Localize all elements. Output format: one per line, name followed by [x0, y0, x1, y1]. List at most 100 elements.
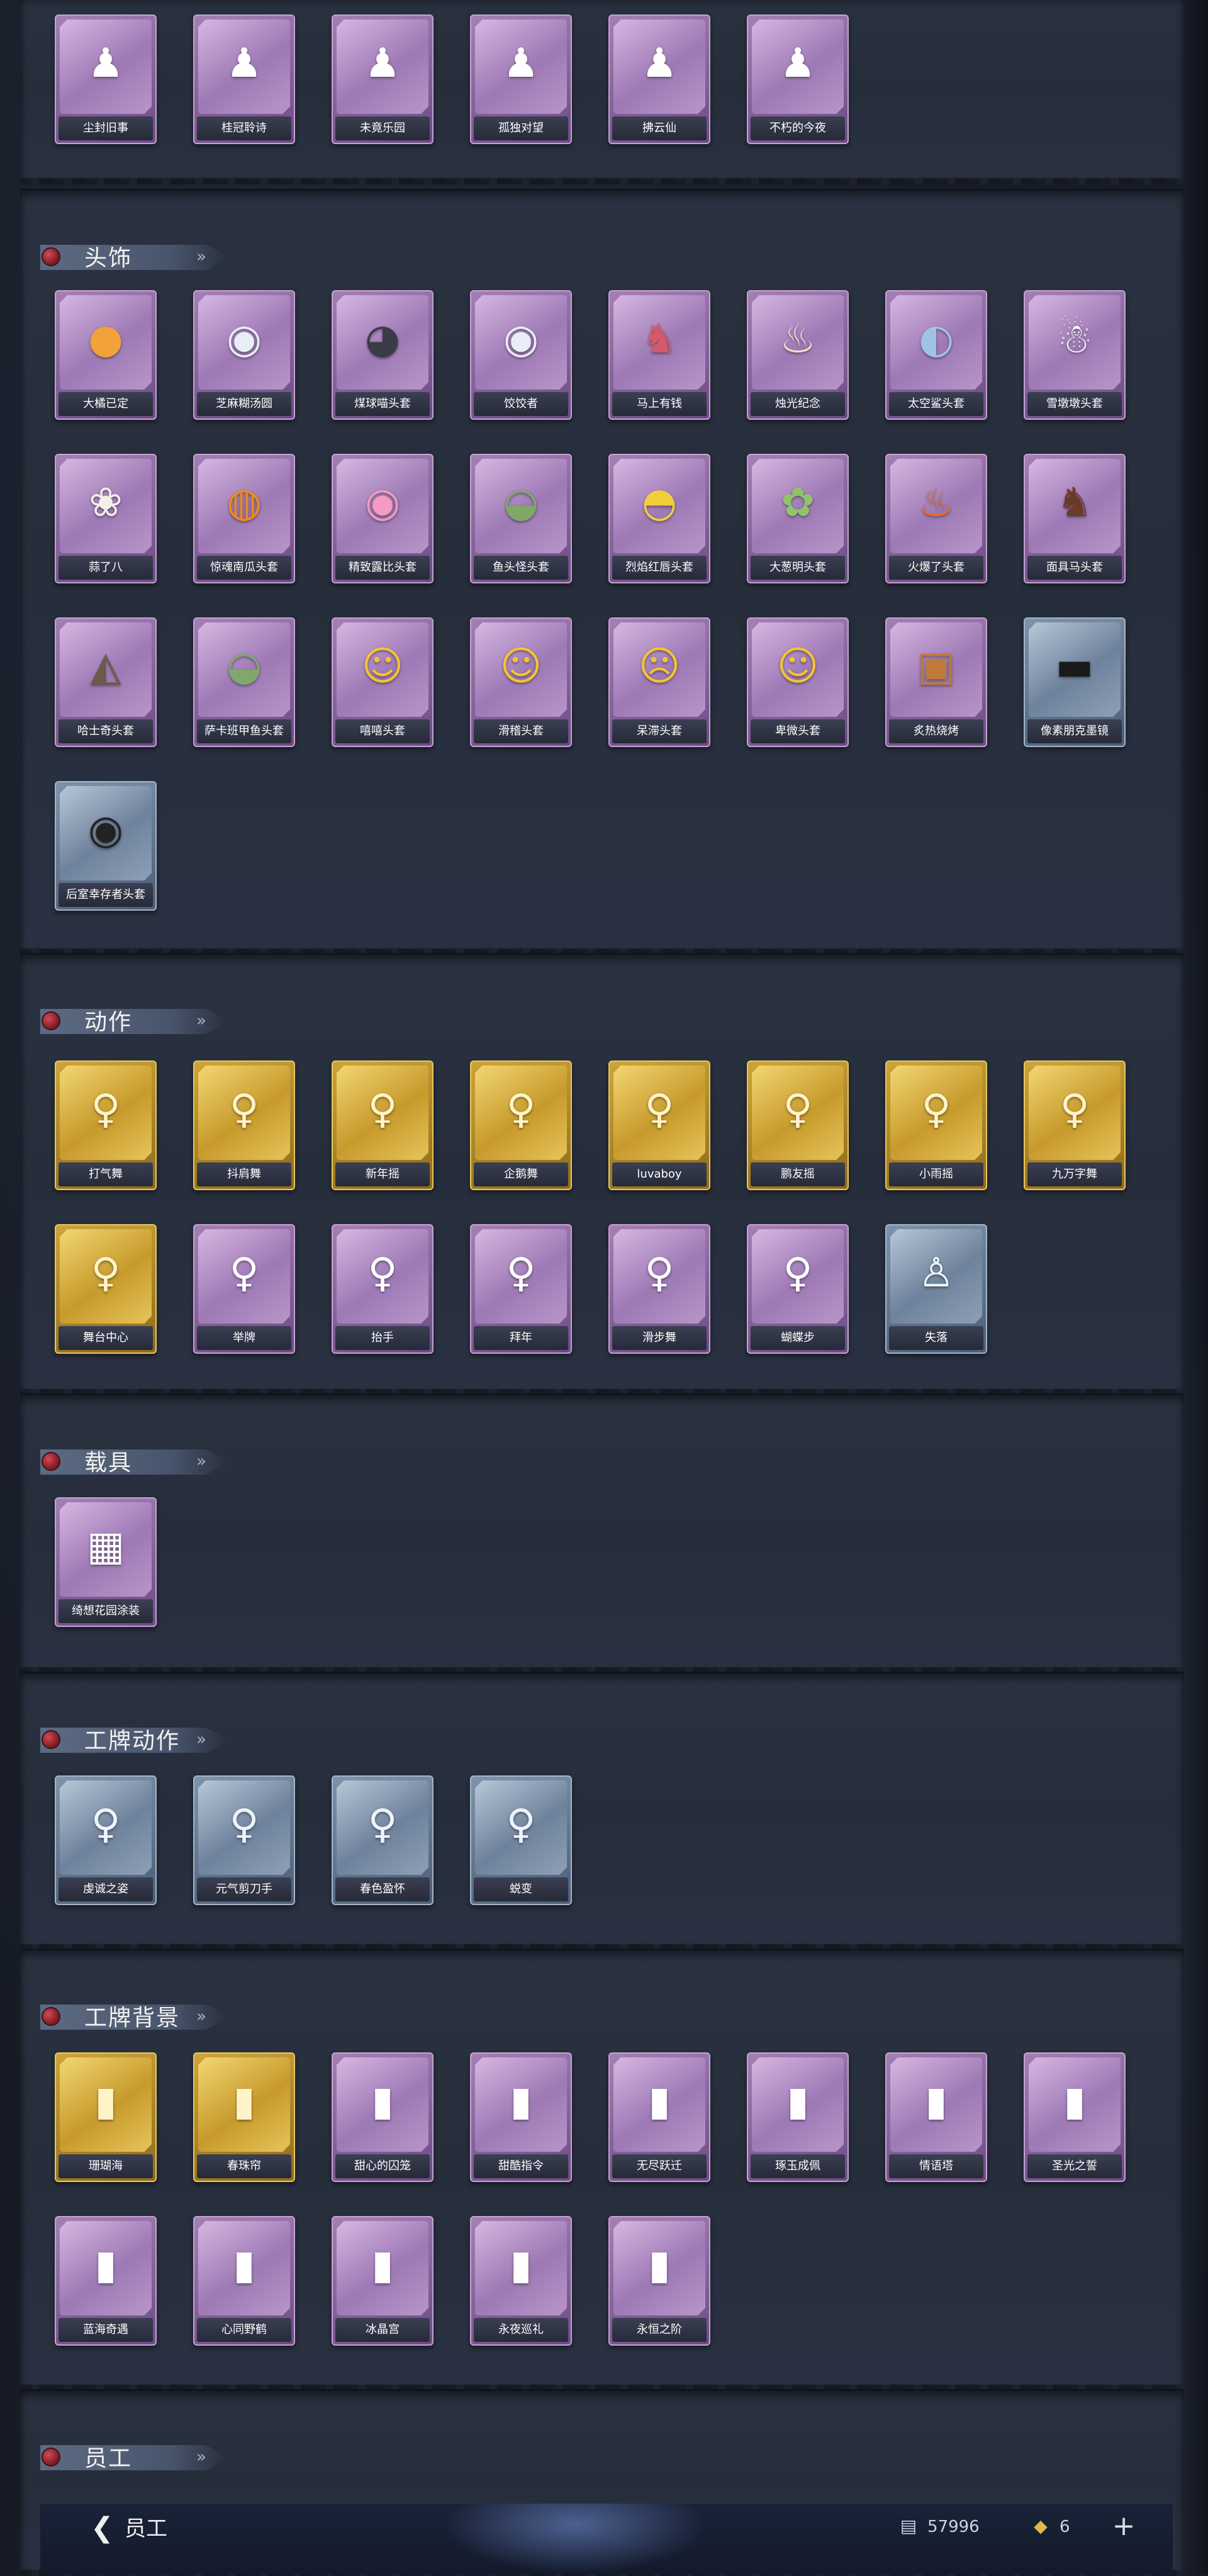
- item-card[interactable]: ▮ 甜酷指令: [470, 2052, 572, 2182]
- item-label: 拂云仙: [612, 116, 707, 140]
- item-card[interactable]: ♟ 不朽的今夜: [747, 14, 849, 144]
- item-card[interactable]: ▮ 情语塔: [885, 2052, 987, 2182]
- item-card[interactable]: ◉ 后室幸存者头套: [55, 781, 157, 911]
- item-card[interactable]: ♞ 马上有钱: [608, 290, 710, 420]
- item-card[interactable]: ♀ 元气剪刀手: [193, 1775, 295, 1905]
- item-artwork: ✿: [752, 459, 844, 553]
- item-card[interactable]: ◓ 烈焰红唇头套: [608, 454, 710, 583]
- item-card[interactable]: ♀ 新年摇: [332, 1060, 433, 1190]
- item-card[interactable]: ♀ 小雨摇: [885, 1060, 987, 1190]
- item-label: 抬手: [335, 1326, 430, 1350]
- item-label: luvaboy: [612, 1162, 707, 1186]
- item-card[interactable]: ☹ 呆滞头套: [608, 617, 710, 747]
- item-artwork: ♀: [60, 1780, 152, 1875]
- item-card[interactable]: ☺ 滑稽头套: [470, 617, 572, 747]
- item-artwork: ▬: [1029, 622, 1121, 717]
- item-card[interactable]: ✿ 大葱明头套: [747, 454, 849, 583]
- item-artwork: ♀: [752, 1066, 844, 1160]
- item-card[interactable]: ♀ 虔诚之姿: [55, 1775, 157, 1905]
- item-card[interactable]: ◉ 芝麻糊汤圆: [193, 290, 295, 420]
- item-card[interactable]: ♟ 未竟乐园: [332, 14, 433, 144]
- chevron-double-right-icon: »: [196, 2448, 206, 2466]
- item-card[interactable]: ◕ 煤球喵头套: [332, 290, 433, 420]
- item-artwork: ☺: [475, 622, 567, 717]
- section-2: 动作 » ♀ 打气舞 ♀ 抖肩舞 ♀ 新年摇 ♀ 企鹅舞 ♀ luvaboy ♀ 鹏友摇 ♀ 小雨摇 ♀ 九万字舞…: [20, 953, 1184, 1395]
- item-card[interactable]: ♨ 火爆了头套: [885, 454, 987, 583]
- add-currency-button[interactable]: +: [1110, 2512, 1138, 2540]
- item-label: 烛光纪念: [751, 392, 845, 416]
- item-card[interactable]: ♀ 蝴蝶步: [747, 1224, 849, 1354]
- item-label: 打气舞: [59, 1162, 153, 1186]
- item-card[interactable]: ♨ 烛光纪念: [747, 290, 849, 420]
- item-card[interactable]: ♀ 举牌: [193, 1224, 295, 1354]
- item-card[interactable]: ♀ 抖肩舞: [193, 1060, 295, 1190]
- item-label: 孤独对望: [474, 116, 568, 140]
- item-card[interactable]: ♟ 桂冠聆诗: [193, 14, 295, 144]
- item-card[interactable]: ▮ 圣光之誓: [1024, 2052, 1126, 2182]
- item-card[interactable]: ♙ 失落: [885, 1224, 987, 1354]
- chevron-double-right-icon: »: [196, 1011, 206, 1030]
- clue-currency-icon: ▤: [900, 2516, 917, 2536]
- item-card[interactable]: ▮ 永夜巡礼: [470, 2216, 572, 2346]
- item-artwork: ◍: [198, 459, 290, 553]
- item-card[interactable]: ◭ 哈士奇头套: [55, 617, 157, 747]
- item-card[interactable]: ♟ 拂云仙: [608, 14, 710, 144]
- item-card[interactable]: ♀ 春色盈怀: [332, 1775, 433, 1905]
- item-artwork: ▮: [752, 2057, 844, 2152]
- back-button[interactable]: ❮ 员工: [91, 2512, 191, 2544]
- item-card[interactable]: ♟ 孤独对望: [470, 14, 572, 144]
- dancer-icon: ♀: [506, 1250, 536, 1296]
- badge-pose-icon: ♀: [229, 1801, 259, 1848]
- item-card[interactable]: ▮ 永恒之阶: [608, 2216, 710, 2346]
- item-card[interactable]: ♀ 九万字舞: [1024, 1060, 1126, 1190]
- item-card[interactable]: ♀ 抬手: [332, 1224, 433, 1354]
- item-card[interactable]: ♀ 舞台中心: [55, 1224, 157, 1354]
- item-card[interactable]: ▮ 甜心的囚笼: [332, 2052, 433, 2182]
- item-card[interactable]: ♀ 滑步舞: [608, 1224, 710, 1354]
- item-card[interactable]: ❀ 蒜了八: [55, 454, 157, 583]
- item-card[interactable]: ▮ 春珠帘: [193, 2052, 295, 2182]
- item-card[interactable]: ▮ 无尽跃迁: [608, 2052, 710, 2182]
- smirk-face-icon: ☺: [500, 643, 542, 690]
- item-card[interactable]: ☺ 嘻嘻头套: [332, 617, 433, 747]
- item-card[interactable]: ♀ luvaboy: [608, 1060, 710, 1190]
- item-card[interactable]: ▬ 像素朋克墨镜: [1024, 617, 1126, 747]
- dancer-icon: ♀: [921, 1086, 951, 1133]
- item-card[interactable]: ◐ 太空鲨头套: [885, 290, 987, 420]
- item-card[interactable]: ◍ 惊魂南瓜头套: [193, 454, 295, 583]
- right-edge-shadow: [1183, 0, 1208, 2574]
- item-card[interactable]: ♀ 鹏友摇: [747, 1060, 849, 1190]
- item-card[interactable]: ▣ 炙热烧烤: [885, 617, 987, 747]
- card-art-icon: ▮: [510, 2242, 532, 2288]
- character-preview-glow: [443, 2504, 707, 2574]
- item-card[interactable]: ▦ 绮想花园涂装: [55, 1497, 157, 1627]
- item-label: 哈士奇头套: [59, 719, 153, 743]
- section-0: ♟ 尘封旧事 ♟ 桂冠聆诗 ♟ 未竟乐园 ♟ 孤独对望 ♟ 拂云仙 ♟ 不朽的今夜: [20, 0, 1184, 184]
- item-artwork: ♀: [337, 1066, 428, 1160]
- item-card[interactable]: ☃ 雪墩墩头套: [1024, 290, 1126, 420]
- fire-head-icon: ♨: [918, 480, 954, 526]
- item-card[interactable]: ▮ 心同野鹤: [193, 2216, 295, 2346]
- item-card[interactable]: ☺ 卑微头套: [747, 617, 849, 747]
- item-card[interactable]: ♀ 蜕变: [470, 1775, 572, 1905]
- pin-icon: [43, 2449, 59, 2465]
- item-card[interactable]: ◒ 鱼头怪头套: [470, 454, 572, 583]
- item-card[interactable]: ♞ 面具马头套: [1024, 454, 1126, 583]
- item-card[interactable]: ▮ 珊瑚海: [55, 2052, 157, 2182]
- item-card[interactable]: ▮ 冰晶宫: [332, 2216, 433, 2346]
- dumpling-head-icon: ◉: [226, 316, 262, 363]
- item-card[interactable]: ♟ 尘封旧事: [55, 14, 157, 144]
- dumpling-head-icon: ◉: [503, 316, 539, 363]
- item-card[interactable]: ◒ 萨卡班甲鱼头套: [193, 617, 295, 747]
- item-card[interactable]: ▮ 蓝海奇遇: [55, 2216, 157, 2346]
- section-header: 头饰 »: [40, 240, 229, 271]
- item-card[interactable]: ♀ 企鹅舞: [470, 1060, 572, 1190]
- item-card[interactable]: ● 大橘已定: [55, 290, 157, 420]
- item-card[interactable]: ♀ 打气舞: [55, 1060, 157, 1190]
- item-card[interactable]: ◉ 饺饺者: [470, 290, 572, 420]
- item-card[interactable]: ♀ 拜年: [470, 1224, 572, 1354]
- item-card[interactable]: ◉ 精致露比头套: [332, 454, 433, 583]
- item-card[interactable]: ▮ 琢玉成佩: [747, 2052, 849, 2182]
- section-title: 工牌动作: [84, 1728, 181, 1754]
- figure-icon: ♟: [364, 40, 401, 87]
